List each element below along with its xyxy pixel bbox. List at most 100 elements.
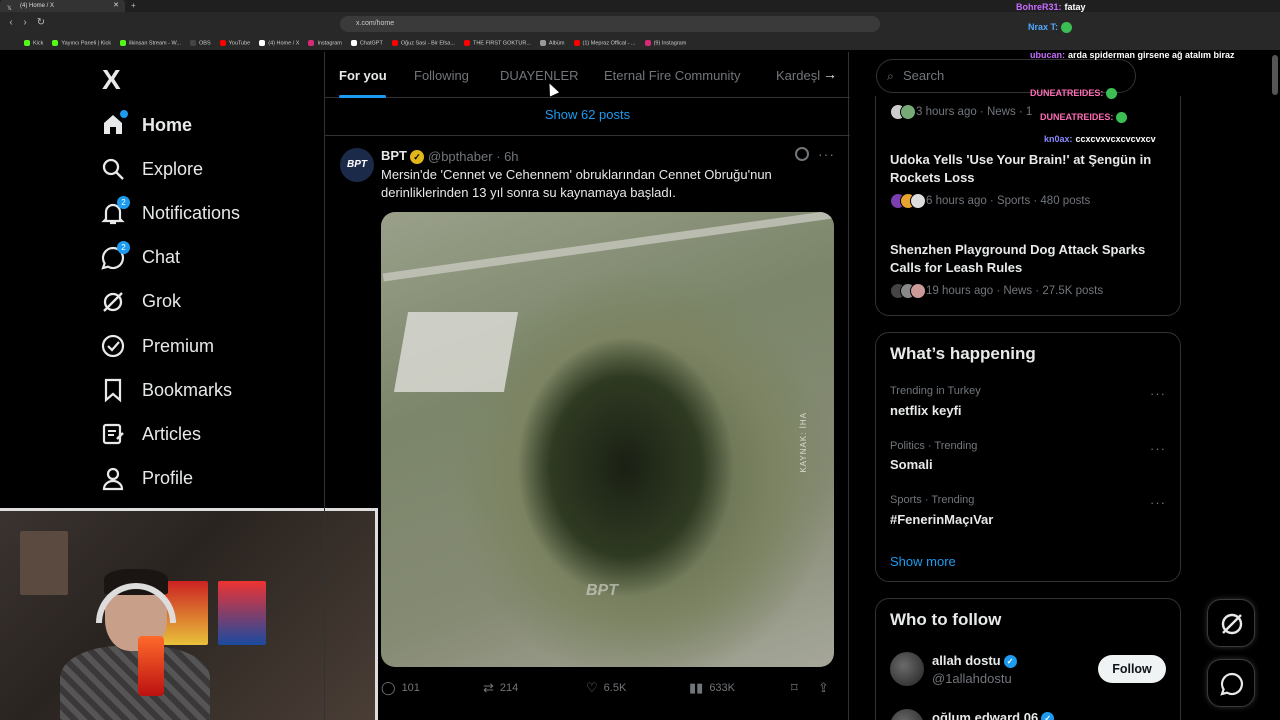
chat-message: kn0ax: ccxcvxvcxcvcvxcv: [1044, 134, 1156, 144]
sidebar-item-explore[interactable]: Explore: [100, 149, 203, 189]
news-item-title[interactable]: Shenzhen Playground Dog Attack Sparks Ca…: [890, 241, 1170, 277]
sidebar-item-chat[interactable]: 2 Chat: [100, 238, 180, 278]
tab-following[interactable]: Following: [414, 68, 469, 83]
sidebar-item-home[interactable]: Home: [100, 105, 192, 145]
bookmark-item[interactable]: Kick: [24, 39, 43, 46]
tab-kardesl[interactable]: Kardeşl: [776, 68, 820, 83]
bookmark-item[interactable]: Oğuz Sasi - Bir Efsa...: [391, 39, 455, 46]
news-item-title[interactable]: Udoka Yells 'Use Your Brain!' at Şengün …: [890, 151, 1170, 187]
bookmark-favicon-icon: [350, 39, 357, 46]
tab-eternal-fire[interactable]: Eternal Fire Community: [604, 68, 741, 83]
avatar[interactable]: [890, 709, 924, 720]
news-item-meta: 6 hours ago · Sports · 480 posts: [890, 193, 1090, 209]
emote-icon: [1116, 112, 1128, 124]
reply-icon: ◯: [381, 680, 396, 695]
more-icon[interactable]: ···: [1150, 386, 1166, 401]
more-icon[interactable]: ···: [1150, 441, 1166, 456]
bookmark-item[interactable]: YouTube: [219, 39, 250, 46]
who-to-follow-card: Who to follow allah dostu ✓ @1allahdostu …: [875, 598, 1181, 720]
bell-icon: 2: [100, 196, 130, 226]
more-icon[interactable]: ···: [1150, 495, 1166, 510]
sidebar-item-label: Premium: [142, 335, 215, 356]
sidebar-item-notifications[interactable]: 2 Notifications: [100, 193, 240, 233]
grok-fab-button[interactable]: [1207, 599, 1255, 647]
bookmark-favicon-icon: [308, 39, 315, 46]
back-icon[interactable]: ‹: [4, 17, 18, 28]
grok-icon: [1221, 613, 1243, 635]
chat-username: kn0ax:: [1044, 134, 1073, 144]
sidebar-item-label: Notifications: [142, 202, 241, 223]
browser-tab[interactable]: 𝕏 (4) Home / X ✕: [0, 0, 125, 12]
emote-icon: [1061, 22, 1073, 34]
post-avatar[interactable]: BPT: [340, 148, 374, 182]
sidebar-item-articles[interactable]: Articles: [100, 414, 201, 454]
bookmark-item[interactable]: (1) Mepraz Offical - ...: [573, 39, 636, 46]
grok-icon[interactable]: [795, 147, 809, 161]
show-more-link[interactable]: Show more: [890, 554, 956, 569]
more-icon[interactable]: ···: [818, 146, 835, 162]
emote-icon: [1106, 88, 1118, 100]
chat-icon: 2: [100, 240, 130, 271]
chat-icon: [1220, 672, 1244, 696]
reply-count: 101: [401, 682, 420, 694]
tab-for-you[interactable]: For you: [339, 68, 387, 83]
follow-button[interactable]: Follow: [1098, 655, 1166, 683]
bookmark-item[interactable]: THE FIRST GOKTUR...: [463, 39, 531, 46]
url-input[interactable]: x.com/home: [340, 16, 880, 32]
notification-badge: 2: [117, 196, 130, 210]
messages-fab-button[interactable]: [1207, 659, 1255, 707]
sidebar-item-bookmarks[interactable]: Bookmarks: [100, 370, 232, 410]
forward-icon[interactable]: ›: [18, 17, 32, 28]
unread-dot: [120, 110, 128, 118]
streamer-body: [60, 646, 210, 720]
post-handle[interactable]: @bpthaber · 6h: [428, 149, 519, 164]
bookmark-item[interactable]: ChatGPT: [350, 39, 383, 46]
verified-gold-icon: ✓: [410, 149, 424, 164]
stream-chat-overlay: BohreR31: fatay Nrax T: ubucan: arda spiderm…: [1010, 0, 1280, 150]
reply-button[interactable]: ◯ 101: [381, 680, 420, 696]
new-tab-icon[interactable]: +: [131, 0, 136, 12]
trend-name[interactable]: netflix keyfi: [890, 403, 962, 418]
bookmark-item[interactable]: OBS: [190, 39, 211, 46]
sidebar-item-premium[interactable]: Premium: [100, 326, 214, 366]
bookmark-item[interactable]: ilkinsan Stream - W...: [120, 39, 181, 46]
repost-button[interactable]: ⇄ 214: [483, 680, 518, 696]
post-author-name: BPT: [381, 148, 407, 163]
reload-icon[interactable]: ↻: [34, 17, 48, 28]
sidebar-item-profile[interactable]: Profile: [100, 459, 193, 499]
post-actions: ◯ 101 ⇄ 214 ♡ 6.5K ▮▮ 633K ⌑ ⇪: [381, 680, 836, 696]
x-logo-icon[interactable]: X: [102, 64, 121, 96]
avatar[interactable]: [890, 652, 924, 686]
news-item-meta: 19 hours ago · News · 27.5K posts: [890, 283, 1103, 299]
bookmark-favicon-icon: [539, 39, 546, 46]
like-button[interactable]: ♡ 6.5K: [586, 680, 626, 696]
wall-poster: [218, 581, 266, 645]
close-icon[interactable]: ✕: [113, 0, 119, 12]
tab-duayenler[interactable]: DUAYENLER: [500, 68, 579, 83]
bookmark-item[interactable]: Albüm: [539, 39, 565, 46]
arrow-right-icon[interactable]: →: [823, 66, 837, 82]
follow-user-name[interactable]: allah dostu ✓: [932, 653, 1017, 669]
like-count: 6.5K: [603, 682, 627, 694]
show-new-posts-button[interactable]: Show 62 posts: [325, 98, 850, 136]
share-icon: ⇪: [818, 680, 829, 695]
bookmark-item[interactable]: Yayıncı Paneli | Kick: [52, 39, 111, 46]
trend-name[interactable]: #FenerinMaçıVar: [890, 512, 993, 527]
sidebar-item-label: Chat: [142, 247, 181, 268]
post-image[interactable]: BPT KAYNAK: İHA: [381, 212, 834, 667]
bookmark-item[interactable]: Instagram: [308, 39, 342, 46]
bookmark-post-button[interactable]: ⌑: [791, 680, 798, 696]
home-icon: [100, 110, 128, 138]
bookmark-item[interactable]: (9) Instagram: [644, 39, 686, 46]
chat-username: BohreR31:: [1016, 2, 1062, 12]
post-author[interactable]: BPT ✓: [381, 148, 424, 164]
sidebar-item-label: Bookmarks: [142, 379, 233, 400]
trend-name[interactable]: Somali: [890, 457, 933, 472]
sidebar-item-grok[interactable]: Grok: [100, 282, 181, 322]
scrollbar[interactable]: [1272, 55, 1278, 95]
bookmark-item[interactable]: (4) Home / X: [259, 39, 299, 46]
share-button[interactable]: ⇪: [818, 680, 829, 696]
views-icon: ▮▮: [689, 680, 704, 695]
views-button[interactable]: ▮▮ 633K: [689, 680, 735, 696]
follow-user-name[interactable]: oğlum edward 06 ✓: [932, 710, 1055, 720]
